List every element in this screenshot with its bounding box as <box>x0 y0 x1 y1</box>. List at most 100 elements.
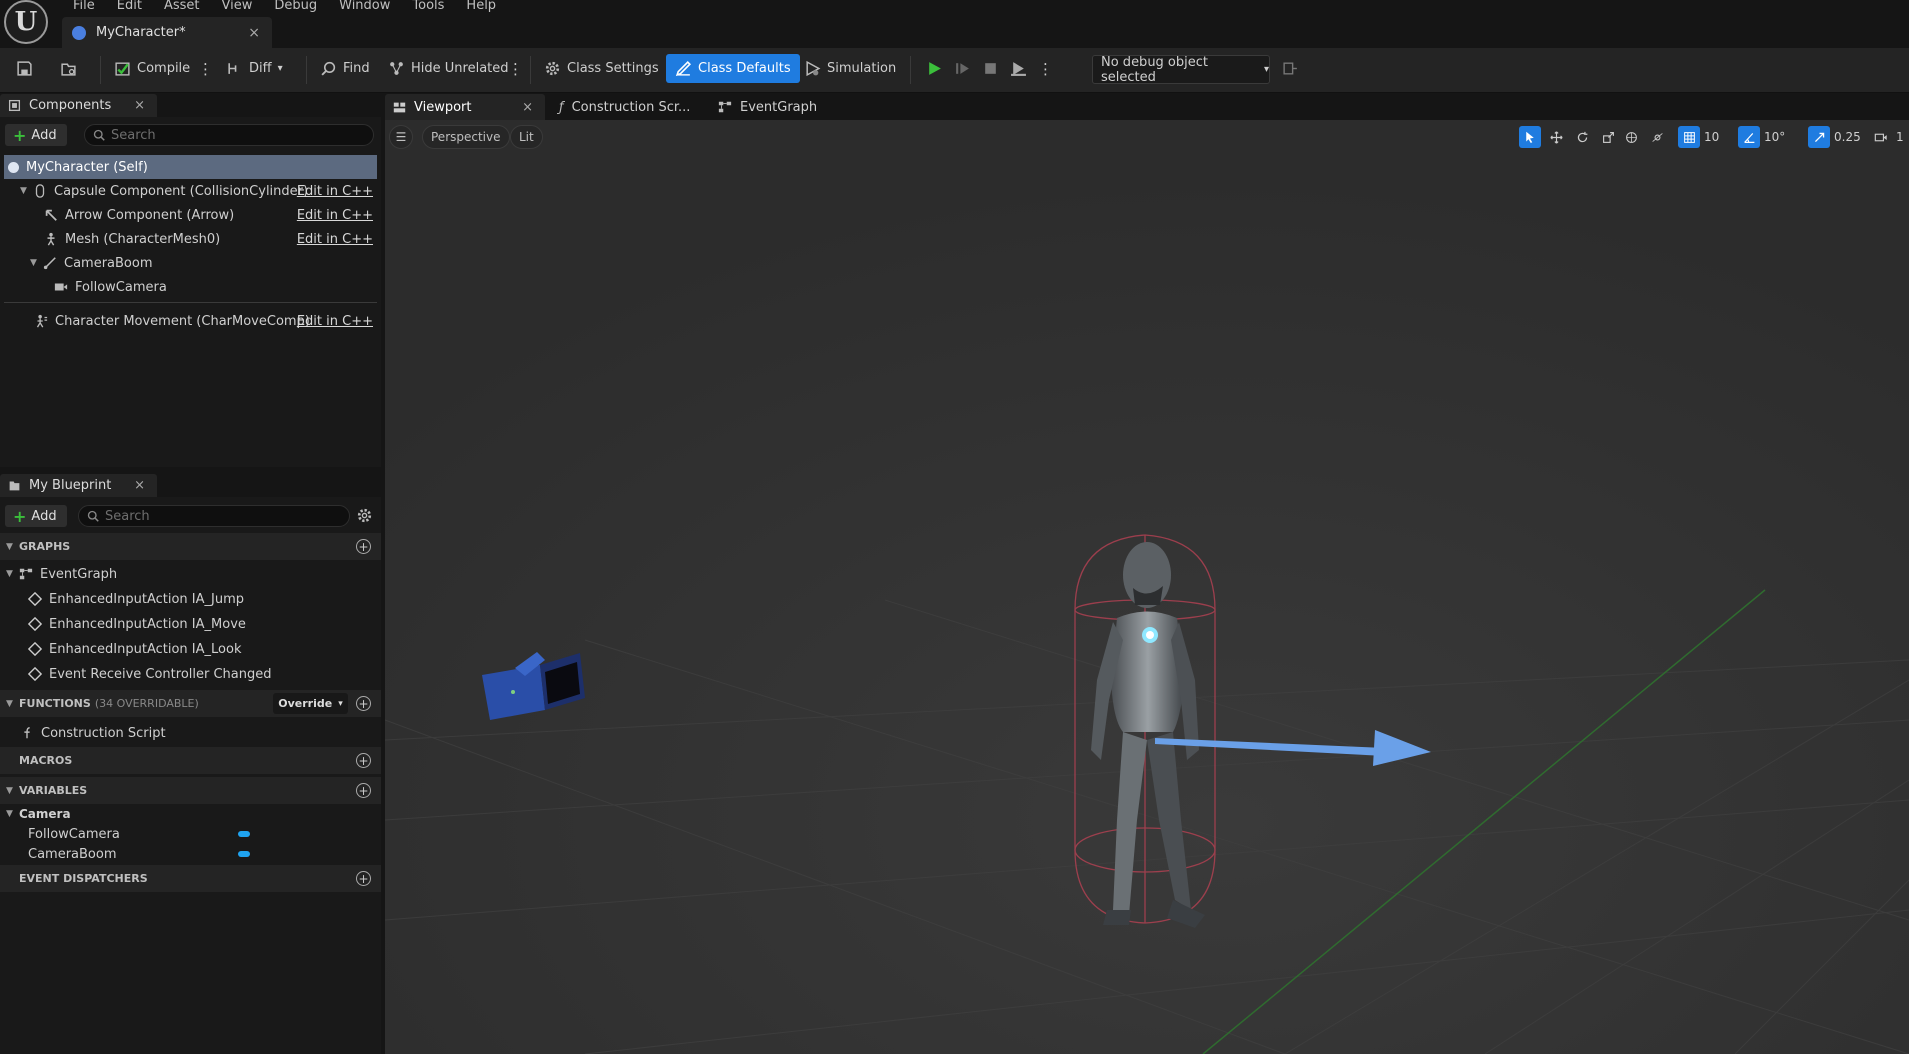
graph-row-eventgraph[interactable]: ▼ EventGraph <box>0 562 381 586</box>
simulation-button[interactable]: Simulation <box>798 54 902 83</box>
menu-window[interactable]: Window <box>328 0 401 14</box>
grid-snap-control[interactable]: 10 <box>1678 125 1719 149</box>
component-row-charmovement[interactable]: Character Movement (CharMoveComp) Edit i… <box>4 309 377 333</box>
menu-help[interactable]: Help <box>455 0 507 14</box>
gear-icon[interactable] <box>356 507 373 524</box>
camera-speed-control[interactable]: 1 <box>1870 125 1904 149</box>
variable-row-followcamera[interactable]: FollowCamera <box>0 824 381 844</box>
add-member-button[interactable]: + Add <box>5 505 67 527</box>
surface-snap-icon[interactable] <box>1646 126 1668 148</box>
event-dispatchers-section-header[interactable]: EVENT DISPATCHERS + <box>0 865 381 892</box>
add-event-dispatcher-icon[interactable]: + <box>356 871 371 886</box>
stop-button[interactable] <box>976 54 1005 83</box>
step-button[interactable] <box>948 54 977 83</box>
class-defaults-button[interactable]: Class Defaults <box>666 54 800 83</box>
grid-icon[interactable] <box>1678 126 1700 148</box>
angle-icon[interactable] <box>1738 126 1760 148</box>
menu-file[interactable]: File <box>62 0 106 14</box>
debug-object-select[interactable]: No debug object selected ▾ <box>1092 55 1270 85</box>
components-icon <box>8 99 21 112</box>
hide-unrelated-button[interactable]: Hide Unrelated <box>382 54 515 83</box>
menu-view[interactable]: View <box>211 0 264 14</box>
function-row-construction-script[interactable]: Construction Script <box>0 721 381 745</box>
tab-viewport[interactable]: Viewport × <box>385 94 545 120</box>
component-row-followcamera[interactable]: FollowCamera <box>4 275 377 299</box>
close-icon[interactable]: × <box>134 98 145 113</box>
eject-button[interactable] <box>1004 54 1033 83</box>
close-icon[interactable]: × <box>248 25 272 41</box>
compile-options-icon[interactable]: ⋮ <box>192 54 219 83</box>
component-row-capsule[interactable]: ▼ Capsule Component (CollisionCylinder) … <box>4 179 377 203</box>
world-space-icon[interactable] <box>1620 126 1642 148</box>
component-row-arrow[interactable]: Arrow Component (Arrow) Edit in C++ <box>4 203 377 227</box>
unreal-logo-icon[interactable]: U <box>4 0 48 44</box>
lighting-mode-button[interactable]: Lit <box>510 125 543 149</box>
menu-tools[interactable]: Tools <box>401 0 455 14</box>
view-mode-button[interactable]: Perspective <box>422 125 510 149</box>
divider <box>4 302 377 303</box>
hide-unrelated-options-icon[interactable]: ⋮ <box>502 54 529 83</box>
macros-section-header[interactable]: MACROS + <box>0 747 381 774</box>
scale-snap-control[interactable]: 0.25 <box>1808 125 1861 149</box>
menu-edit[interactable]: Edit <box>106 0 153 14</box>
rotate-icon[interactable] <box>1571 126 1593 148</box>
rotation-snap-control[interactable]: 10° <box>1738 125 1785 149</box>
edit-in-cpp-link[interactable]: Edit in C++ <box>297 208 373 223</box>
add-graph-icon[interactable]: + <box>356 539 371 554</box>
skeletal-mesh-icon <box>47 232 55 246</box>
edit-in-cpp-link[interactable]: Edit in C++ <box>297 232 373 247</box>
camera-icon[interactable] <box>1870 126 1892 148</box>
graph-item[interactable]: EnhancedInputAction IA_Jump <box>0 587 381 611</box>
debug-filter-button[interactable] <box>1276 54 1305 83</box>
scale-icon[interactable] <box>1597 126 1619 148</box>
close-icon[interactable]: × <box>522 100 533 115</box>
close-icon[interactable]: × <box>134 478 145 493</box>
variable-category-camera[interactable]: ▼ Camera <box>0 804 381 824</box>
add-component-button[interactable]: + Add <box>5 124 67 146</box>
graphs-section-header[interactable]: ▼ GRAPHS + <box>0 533 381 560</box>
class-settings-button[interactable]: Class Settings <box>538 54 665 83</box>
move-icon[interactable] <box>1545 126 1567 148</box>
viewport-options-button[interactable]: ☰ <box>389 125 413 149</box>
add-variable-icon[interactable]: + <box>356 783 371 798</box>
tab-construction-script[interactable]: ƒ Construction Scr... <box>551 94 711 120</box>
menu-debug[interactable]: Debug <box>263 0 328 14</box>
override-label: Override <box>278 697 333 710</box>
diff-button[interactable]: Diff ▾ <box>220 54 289 83</box>
save-button[interactable] <box>10 54 39 83</box>
component-row-mesh[interactable]: Mesh (CharacterMesh0) Edit in C++ <box>4 227 377 251</box>
edit-in-cpp-link[interactable]: Edit in C++ <box>297 314 373 329</box>
components-search-input[interactable]: Search <box>84 124 374 146</box>
override-dropdown[interactable]: Override ▾ <box>273 693 348 714</box>
components-panel: + Add Search MyCharacter (Self) ▼ Capsul… <box>0 117 381 467</box>
edit-in-cpp-link[interactable]: Edit in C++ <box>297 184 373 199</box>
graph-item[interactable]: Event Receive Controller Changed <box>0 662 381 686</box>
play-options-icon[interactable]: ⋮ <box>1032 54 1059 83</box>
compile-button[interactable]: Compile <box>108 54 196 83</box>
tab-eventgraph[interactable]: EventGraph <box>710 94 850 120</box>
graph-item[interactable]: EnhancedInputAction IA_Look <box>0 637 381 661</box>
event-diamond-icon <box>28 592 42 606</box>
component-label: MyCharacter (Self) <box>26 159 148 175</box>
browse-button[interactable] <box>54 54 83 83</box>
my-blueprint-search-input[interactable]: Search <box>78 505 350 527</box>
play-button[interactable] <box>920 54 949 83</box>
component-row-cameraboom[interactable]: ▼ CameraBoom <box>4 251 377 275</box>
graph-item[interactable]: EnhancedInputAction IA_Move <box>0 612 381 636</box>
find-button[interactable]: Find <box>314 54 376 83</box>
functions-section-header[interactable]: ▼ FUNCTIONS (34 OVERRIDABLE) Override ▾ … <box>0 690 381 717</box>
menu-asset[interactable]: Asset <box>153 0 211 14</box>
scale-snap-icon[interactable] <box>1808 126 1830 148</box>
tab-components[interactable]: Components × <box>0 94 157 117</box>
variable-row-cameraboom[interactable]: CameraBoom <box>0 844 381 864</box>
component-row-self[interactable]: MyCharacter (Self) <box>4 155 377 179</box>
viewport[interactable]: ☰ Perspective Lit 10 10° 0.25 1 <box>385 120 1909 1054</box>
add-macro-icon[interactable]: + <box>356 753 371 768</box>
select-cursor-icon[interactable] <box>1519 126 1541 148</box>
document-tab[interactable]: MyCharacter* × <box>62 17 272 48</box>
add-function-icon[interactable]: + <box>356 696 371 711</box>
character-icon <box>8 161 19 173</box>
tab-my-blueprint[interactable]: My Blueprint × <box>0 474 157 497</box>
variables-section-header[interactable]: ▼ VARIABLES + <box>0 777 381 804</box>
coordinate-tools <box>1620 125 1668 149</box>
